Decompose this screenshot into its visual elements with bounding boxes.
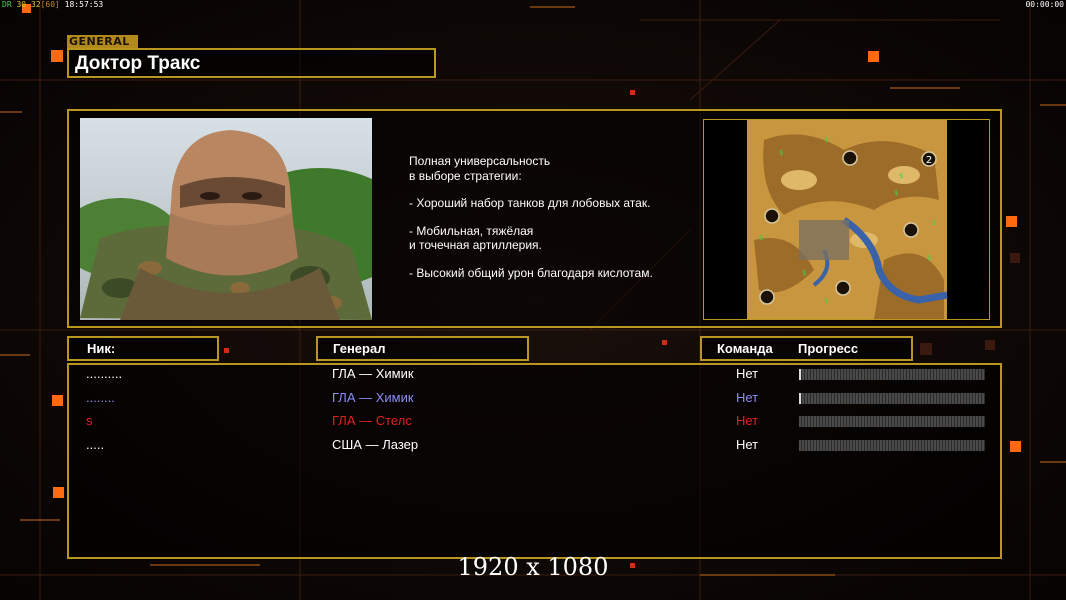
player-progress-bar <box>799 393 985 404</box>
progress-column-header: Прогресс <box>798 341 859 356</box>
player-row[interactable]: s ГЛА — Стелс Нет <box>0 413 1066 433</box>
resolution-label: 1920 x 1080 <box>457 553 609 581</box>
player-nick: .......... <box>86 366 123 381</box>
svg-text:$: $ <box>802 269 806 277</box>
general-portrait <box>80 118 372 320</box>
svg-text:$: $ <box>759 234 763 242</box>
player-nick: ..... <box>86 437 105 452</box>
general-title-box: Доктор Тракс <box>67 48 436 78</box>
player-nick: s <box>86 413 93 428</box>
frame-value: 32 <box>30 0 41 9</box>
map-preview[interactable]: 2 $ $ $ $ $ $ $ $ $ <box>703 119 990 320</box>
player-progress-bar <box>799 369 985 380</box>
player-row[interactable]: .......... ГЛА — Химик Нет <box>0 366 1066 386</box>
svg-text:$: $ <box>894 189 898 197</box>
player-progress-fill <box>799 369 801 380</box>
general-column-header: Генерал <box>333 341 386 356</box>
desc-line: - Высокий общий урон благодаря кислотам. <box>409 265 653 280</box>
nick-column-header: Ник: <box>87 341 116 356</box>
player-team[interactable]: Нет <box>736 413 758 428</box>
svg-text:$: $ <box>779 149 783 157</box>
map-marker-label: 2 <box>926 155 932 166</box>
clock: 18:57:53 <box>64 0 104 9</box>
general-description: Полная универсальность в выборе стратеги… <box>409 154 653 280</box>
general-tag: GENERAL <box>67 35 138 48</box>
player-general[interactable]: ГЛА — Стелс <box>332 413 412 428</box>
svg-text:$: $ <box>899 172 903 180</box>
player-team[interactable]: Нет <box>736 366 758 381</box>
player-progress-bar <box>799 416 985 427</box>
team-progress-header-box: Команда Прогресс <box>700 336 913 361</box>
desc-line <box>409 253 653 266</box>
player-general[interactable]: ГЛА — Химик <box>332 366 414 381</box>
player-row[interactable]: ..... США — Лазер Нет <box>0 437 1066 457</box>
general-name: Доктор Тракс <box>75 53 201 74</box>
player-team[interactable]: Нет <box>736 390 758 405</box>
desc-line: - Хороший набор танков для лобовых атак. <box>409 196 651 210</box>
desc-line: Полная универсальность <box>409 154 551 168</box>
player-progress-bar <box>799 440 985 451</box>
desc-line <box>409 183 653 196</box>
player-general[interactable]: ГЛА — Химик <box>332 390 414 405</box>
player-nick: ........ <box>86 390 115 405</box>
svg-text:$: $ <box>927 254 931 262</box>
debug-overlay: DR 30 32[60] 18:57:53 <box>2 0 103 9</box>
svg-text:$: $ <box>932 219 936 227</box>
player-general[interactable]: США — Лазер <box>332 437 418 452</box>
frame-max: [60] <box>40 0 60 9</box>
player-progress-fill <box>799 393 801 404</box>
desc-line <box>409 211 653 224</box>
general-header-box: Генерал <box>316 336 529 361</box>
svg-text:$: $ <box>824 297 828 305</box>
desc-line: - Мобильная, тяжёлая <box>409 223 534 238</box>
player-team[interactable]: Нет <box>736 437 758 452</box>
game-timer: 00:00:00 <box>1025 0 1064 9</box>
fps-label: DR <box>2 0 12 9</box>
desc-line: в выборе стратегии: <box>409 168 522 183</box>
desc-line: и точечная артиллерия. <box>409 238 542 252</box>
nick-header-box: Ник: <box>67 336 219 361</box>
fps-value: 30 <box>16 0 27 9</box>
svg-text:$: $ <box>824 136 828 144</box>
player-row[interactable]: ........ ГЛА — Химик Нет <box>0 390 1066 410</box>
team-column-header: Команда <box>717 341 773 356</box>
